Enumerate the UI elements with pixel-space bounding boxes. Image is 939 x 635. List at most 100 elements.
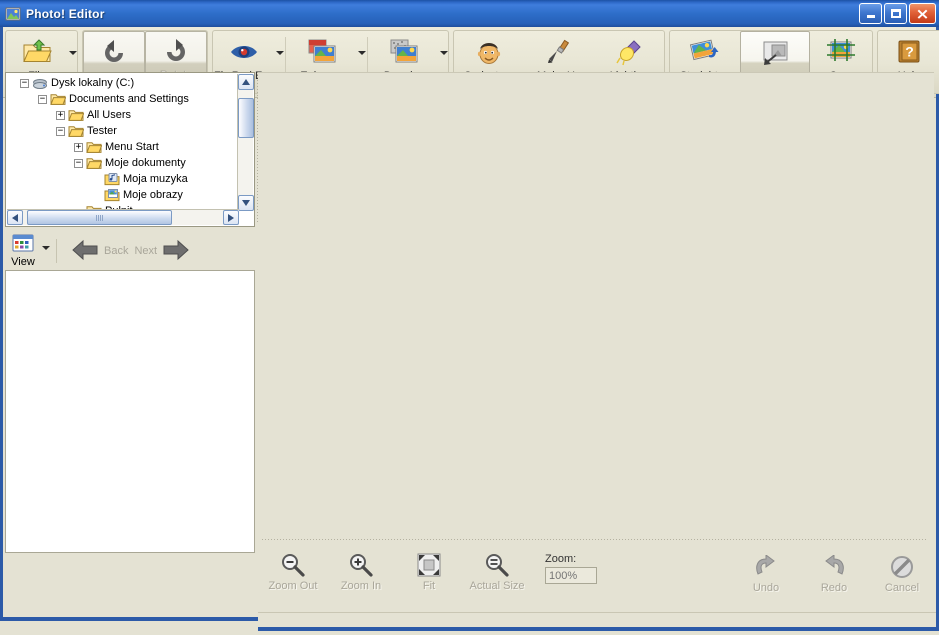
collapse-node-icon[interactable]: − <box>20 79 29 88</box>
music-folder-icon <box>104 172 120 186</box>
maximize-button[interactable] <box>884 3 907 24</box>
zoom-out-label: Zoom Out <box>269 580 318 592</box>
tree-node-label: Menu Start <box>105 141 159 153</box>
expand-node-icon[interactable]: + <box>74 143 83 152</box>
vertical-scroll-thumb[interactable] <box>238 98 254 138</box>
scroll-down-button[interactable] <box>238 195 254 211</box>
window-title: Photo! Editor <box>26 7 105 21</box>
canvas-splitter-horizontal[interactable] <box>258 537 934 542</box>
tree-node[interactable]: − Moje dokumenty <box>6 155 236 171</box>
cancel-button[interactable]: Cancel <box>868 543 936 594</box>
enhance-color-icon <box>306 36 338 68</box>
denoise-icon <box>388 36 420 68</box>
zoom-field-group: Zoom: <box>545 553 597 584</box>
collapse-node-icon[interactable]: − <box>38 95 47 104</box>
app-window: Photo! Editor <box>0 0 939 635</box>
next-label: Next <box>134 245 157 257</box>
actual-size-button[interactable]: Actual Size <box>463 543 531 592</box>
scroll-right-button[interactable] <box>223 210 239 225</box>
arrow-right-icon <box>162 239 190 264</box>
zoom-in-label: Zoom In <box>341 580 381 592</box>
rotate-left-icon <box>99 37 129 69</box>
rotate-right-icon <box>161 37 191 67</box>
svg-text:?: ? <box>905 44 914 60</box>
collapse-node-icon[interactable]: − <box>74 159 83 168</box>
minimize-button[interactable] <box>859 3 882 24</box>
tree-node-label: Moja muzyka <box>123 173 188 185</box>
tree-vertical-scrollbar[interactable] <box>237 74 253 211</box>
view-button[interactable]: View <box>5 234 41 268</box>
undo-button[interactable]: Undo <box>732 543 800 594</box>
red-eye-icon <box>228 36 260 68</box>
tree-node-label: All Users <box>87 109 131 121</box>
folder-tree[interactable]: −Dysk lokalny (C:)−Documents and Setting… <box>6 75 236 215</box>
tree-node-spacer <box>92 175 101 184</box>
scroll-left-button[interactable] <box>7 210 23 225</box>
expand-node-icon[interactable]: + <box>56 111 65 120</box>
horizontal-scroll-track[interactable] <box>23 210 223 225</box>
tree-node-label: Documents and Settings <box>69 93 189 105</box>
zoom-in-button[interactable]: Zoom In <box>327 543 395 592</box>
folder-tree-panel[interactable]: −Dysk lokalny (C:)−Documents and Setting… <box>5 72 255 227</box>
collapse-node-icon[interactable]: − <box>56 127 65 136</box>
zoom-out-button[interactable]: Zoom Out <box>259 543 327 592</box>
photo-editor-icon <box>5 6 21 22</box>
bottom-hairline <box>258 612 936 613</box>
tree-node[interactable]: − Documents and Settings <box>6 91 236 107</box>
folder-icon <box>86 140 102 154</box>
tree-node[interactable]: Moje obrazy <box>6 187 236 203</box>
zoom-out-icon <box>280 551 306 579</box>
makeup-brush-icon <box>544 36 574 68</box>
close-button[interactable] <box>909 3 936 24</box>
caricature-face-icon <box>474 36 504 68</box>
folder-icon <box>86 156 102 170</box>
tree-node-label: Moje obrazy <box>123 189 183 201</box>
lighting-lamp-icon <box>614 36 644 68</box>
next-button[interactable]: Next <box>134 239 190 264</box>
undo-arrow-icon <box>752 553 780 581</box>
tree-node[interactable]: −Dysk lokalny (C:) <box>6 75 236 91</box>
image-canvas[interactable] <box>258 72 934 535</box>
pictures-folder-icon <box>104 188 120 202</box>
scroll-thumb-grip <box>93 214 107 221</box>
redo-button[interactable]: Redo <box>800 543 868 594</box>
tree-node-label: Moje dokumenty <box>105 157 186 169</box>
thumbnail-panel[interactable] <box>5 270 255 553</box>
view-bar-separator <box>56 239 57 263</box>
folder-icon <box>68 108 84 122</box>
tree-node[interactable]: Moja muzyka <box>6 171 236 187</box>
tree-node[interactable]: − Tester <box>6 123 236 139</box>
tree-horizontal-scrollbar[interactable] <box>7 209 239 225</box>
actual-size-icon <box>484 551 510 579</box>
scroll-up-button[interactable] <box>238 74 254 90</box>
back-button[interactable]: Back <box>71 239 128 264</box>
fit-button[interactable]: Fit <box>395 543 463 592</box>
zoom-input[interactable] <box>545 567 597 584</box>
arrow-left-icon <box>71 239 99 264</box>
undo-label: Undo <box>753 582 779 594</box>
cancel-label: Cancel <box>885 582 919 594</box>
close-icon <box>910 4 935 23</box>
horizontal-scroll-thumb[interactable] <box>27 210 172 225</box>
fit-label: Fit <box>423 580 435 592</box>
tree-node-spacer <box>92 191 101 200</box>
minimize-icon <box>860 4 881 23</box>
view-button-label: View <box>11 256 35 268</box>
redo-label: Redo <box>821 582 847 594</box>
crop-icon <box>825 36 857 68</box>
title-bar[interactable]: Photo! Editor <box>0 0 939 27</box>
tree-node-label: Tester <box>87 125 117 137</box>
open-folder-icon <box>22 36 52 68</box>
tree-node[interactable]: + Menu Start <box>6 139 236 155</box>
maximize-icon <box>885 4 906 23</box>
desktop-strip-left <box>0 621 258 635</box>
bottom-toolbar: Zoom Out Zoom In <box>259 543 936 605</box>
back-label: Back <box>104 245 128 257</box>
folder-icon <box>50 92 66 106</box>
zoom-caption: Zoom: <box>545 553 597 565</box>
left-panel: −Dysk lokalny (C:)−Documents and Setting… <box>5 72 255 584</box>
desktop-strip-right <box>258 631 939 635</box>
view-navigation-bar: View Back Next <box>5 232 255 270</box>
view-dropdown-arrow[interactable] <box>41 246 50 256</box>
tree-node[interactable]: + All Users <box>6 107 236 123</box>
